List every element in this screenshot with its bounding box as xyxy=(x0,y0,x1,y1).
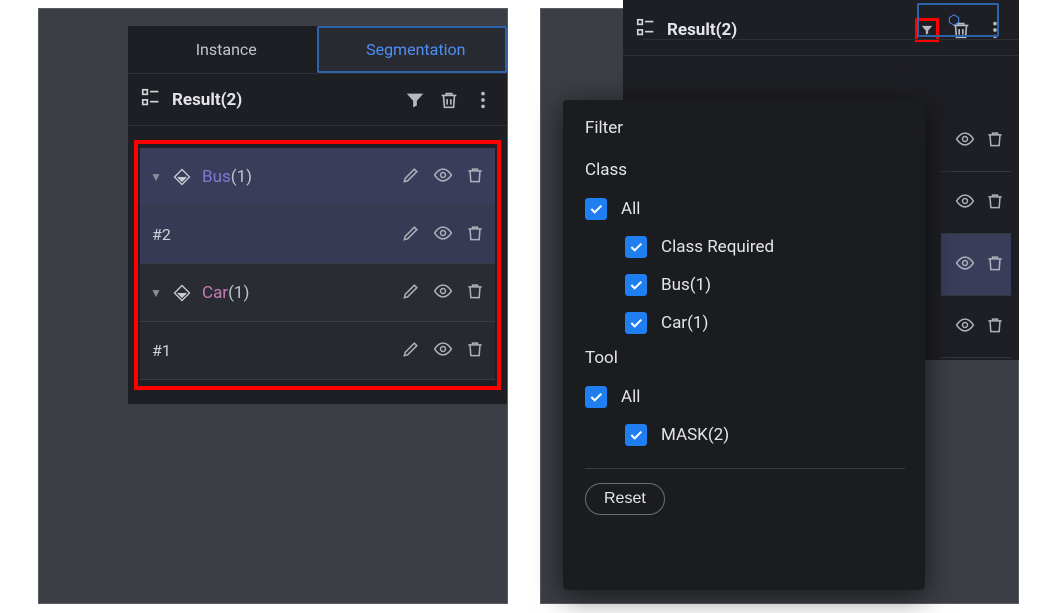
delete-button[interactable] xyxy=(985,191,1005,215)
instance-label: #1 xyxy=(150,341,391,360)
option-label: Class Required xyxy=(661,237,774,257)
tab-instance-label: Instance xyxy=(196,40,257,59)
class-icon xyxy=(172,283,192,303)
tabs-right-partial xyxy=(642,0,1019,40)
filter-class-bus[interactable]: Bus(1) xyxy=(585,266,905,304)
option-label: Car(1) xyxy=(661,313,708,333)
delete-button[interactable] xyxy=(465,223,485,247)
delete-button[interactable] xyxy=(985,129,1005,153)
divider xyxy=(585,468,905,469)
more-button[interactable] xyxy=(471,88,495,112)
tab-segmentation-partial[interactable] xyxy=(917,3,999,37)
visibility-button[interactable] xyxy=(955,315,975,339)
filter-tool-mask[interactable]: MASK(2) xyxy=(585,416,905,454)
caret-down-icon: ▼ xyxy=(150,170,162,184)
tab-segmentation-label: Segmentation xyxy=(366,40,465,59)
visibility-button[interactable] xyxy=(433,165,453,189)
class-icon xyxy=(172,167,192,187)
tabs: Instance Segmentation xyxy=(128,26,507,74)
group-row-bus[interactable]: ▼ Bus(1) xyxy=(140,148,495,206)
peek-row xyxy=(941,110,1011,172)
checkbox-checked-icon xyxy=(585,386,607,408)
peek-row xyxy=(941,234,1011,296)
visibility-button[interactable] xyxy=(433,281,453,305)
checkbox-checked-icon xyxy=(625,312,647,334)
delete-button[interactable] xyxy=(465,281,485,305)
instance-row-1[interactable]: #1 xyxy=(140,322,495,380)
visibility-button[interactable] xyxy=(955,191,975,215)
option-label: Bus(1) xyxy=(661,275,711,295)
filter-button-left[interactable] xyxy=(403,88,427,112)
group-label: Car(1) xyxy=(202,283,391,303)
delete-button[interactable] xyxy=(465,165,485,189)
left-panel: Instance Segmentation Result(2) xyxy=(128,26,507,404)
checkbox-checked-icon xyxy=(625,236,647,258)
filter-title: Filter xyxy=(585,118,905,138)
filter-popover: Filter Class All Class Required Bus(1) C… xyxy=(563,100,925,590)
instance-label: #2 xyxy=(150,225,391,244)
edit-button[interactable] xyxy=(401,165,421,189)
visibility-button[interactable] xyxy=(955,253,975,277)
checkbox-checked-icon xyxy=(625,424,647,446)
filter-section-class: Class xyxy=(585,160,905,180)
filter-tool-all[interactable]: All xyxy=(585,378,905,416)
visibility-button[interactable] xyxy=(433,223,453,247)
group-row-car[interactable]: ▼ Car(1) xyxy=(140,264,495,322)
reset-button[interactable]: Reset xyxy=(585,483,665,515)
edit-button[interactable] xyxy=(401,281,421,305)
background-rows-peek xyxy=(941,110,1011,358)
peek-row xyxy=(941,172,1011,234)
option-label: All xyxy=(621,387,640,407)
instance-list: ▼ Bus(1) #2 ▼ xyxy=(134,140,501,390)
tab-segmentation[interactable]: Segmentation xyxy=(317,26,508,73)
peek-row xyxy=(941,296,1011,358)
visibility-button[interactable] xyxy=(955,129,975,153)
result-title: Result(2) xyxy=(172,90,393,110)
result-header-left: Result(2) xyxy=(128,74,507,126)
caret-down-icon: ▼ xyxy=(150,286,162,300)
delete-all-button[interactable] xyxy=(437,88,461,112)
instance-row-2[interactable]: #2 xyxy=(140,206,495,264)
edit-button[interactable] xyxy=(401,223,421,247)
checkbox-checked-icon xyxy=(585,198,607,220)
option-label: MASK(2) xyxy=(661,425,729,445)
checkbox-checked-icon xyxy=(625,274,647,296)
group-label: Bus(1) xyxy=(202,167,391,187)
filter-class-required[interactable]: Class Required xyxy=(585,228,905,266)
tab-instance[interactable]: Instance xyxy=(128,26,317,73)
filter-class-all[interactable]: All xyxy=(585,190,905,228)
filter-class-car[interactable]: Car(1) xyxy=(585,304,905,342)
tree-icon xyxy=(140,87,162,113)
delete-button[interactable] xyxy=(465,339,485,363)
filter-section-tool: Tool xyxy=(585,348,905,368)
visibility-button[interactable] xyxy=(433,339,453,363)
delete-button[interactable] xyxy=(985,253,1005,277)
option-label: All xyxy=(621,199,640,219)
edit-button[interactable] xyxy=(401,339,421,363)
delete-button[interactable] xyxy=(985,315,1005,339)
